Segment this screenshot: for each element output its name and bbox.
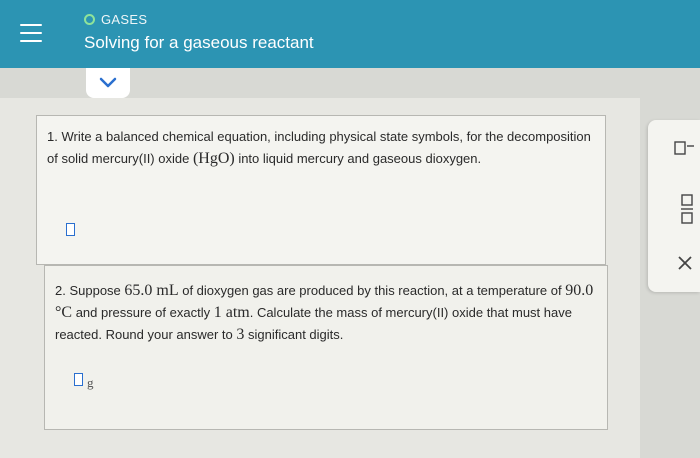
topic-label: GASES — [101, 12, 148, 27]
clear-button[interactable] — [678, 256, 692, 275]
fraction-tool-icon — [681, 194, 693, 224]
hamburger-menu-icon[interactable] — [20, 24, 42, 44]
mass-unit-label: g — [87, 375, 94, 390]
mass-answer-input[interactable] — [74, 373, 83, 386]
topic-status-circle-icon — [84, 14, 95, 25]
volume-value: 65.0 mL — [124, 282, 179, 299]
page-title: Solving for a gaseous reactant — [84, 33, 314, 52]
question-2-text: 2. Suppose 65.0 mL of dioxygen gas are p… — [55, 282, 594, 343]
close-icon — [678, 256, 692, 270]
question-1-panel: 1. Write a balanced chemical equation, i… — [36, 115, 606, 265]
chevron-down-icon — [99, 77, 117, 88]
tool-side-panel — [648, 120, 700, 292]
hgo-formula: (HgO) — [192, 150, 235, 167]
superscript-tool-button[interactable] — [674, 140, 696, 161]
superscript-tool-icon — [674, 141, 694, 155]
topic-row: GASES — [84, 12, 147, 27]
question-2-panel: 2. Suppose 65.0 mL of dioxygen gas are p… — [44, 265, 608, 430]
question-1-text: 1. Write a balanced chemical equation, i… — [47, 129, 591, 167]
equation-answer-input[interactable] — [66, 223, 75, 236]
top-header: GASES Solving for a gaseous reactant — [0, 0, 700, 68]
expand-button[interactable] — [86, 68, 130, 98]
fraction-tool-button[interactable] — [680, 194, 694, 229]
pressure-value: 1 atm — [213, 304, 250, 321]
